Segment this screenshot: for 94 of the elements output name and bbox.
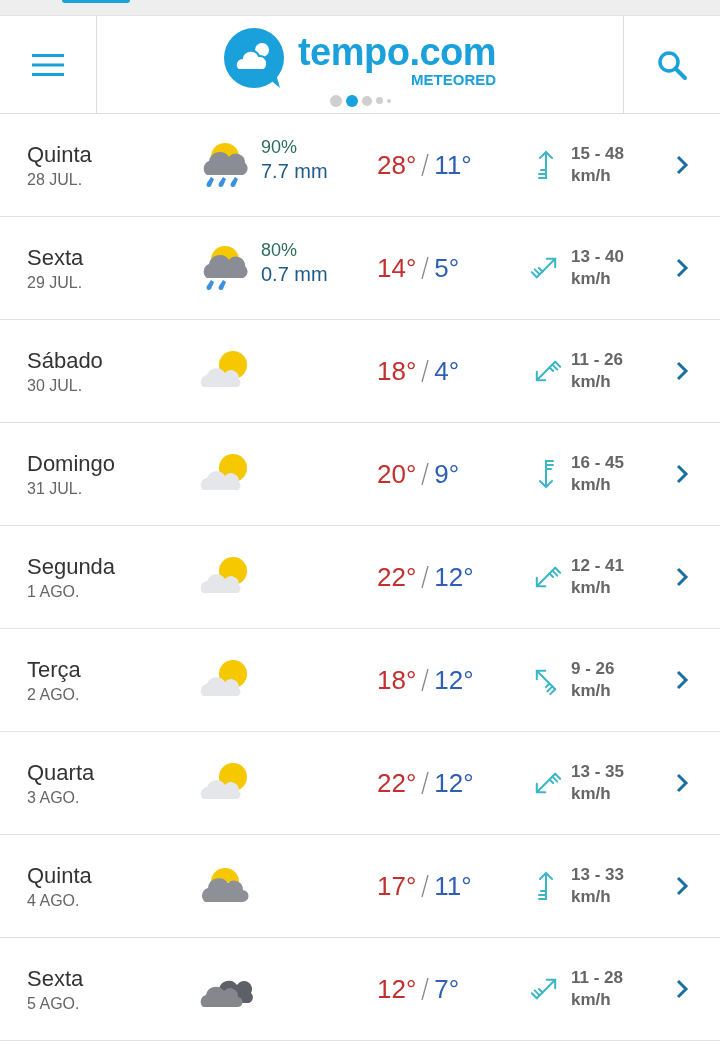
- day-date: 31 JUL.: [27, 479, 84, 498]
- forecast-row[interactable]: Quinta 4 AGO. 17° 11° 13 - 33 km/h: [0, 835, 720, 938]
- chevron-right-icon: [675, 875, 689, 897]
- chevron-right-icon: [675, 360, 689, 382]
- wind-unit: km/h: [571, 371, 612, 393]
- forecast-row[interactable]: Sexta 5 AGO. 12° 7° 11 - 28 km/h: [0, 938, 720, 1041]
- day-date: 29 JUL.: [27, 273, 84, 292]
- wind-speed: 15 - 48: [571, 143, 624, 165]
- forecast-row[interactable]: Quinta 28 JUL. 90% 7.7 mm 28° 11° 15 - 48 km/h: [0, 114, 720, 217]
- day-name: Segunda: [27, 553, 117, 580]
- day-name: Sábado: [27, 347, 104, 374]
- rain-chance: 80%: [261, 240, 299, 261]
- wind-speed: 11 - 26: [571, 349, 623, 371]
- slash-divider: [420, 976, 431, 1002]
- carousel-dot[interactable]: [329, 94, 342, 107]
- wind-unit: km/h: [571, 474, 612, 496]
- carousel-dot[interactable]: [386, 98, 391, 103]
- day-name: Terça: [27, 656, 82, 683]
- min-temperature: 5°: [434, 252, 460, 284]
- wind-speed: 13 - 35: [571, 761, 624, 783]
- wind-unit: km/h: [571, 886, 612, 908]
- wind-unit: km/h: [571, 783, 612, 805]
- max-temperature: 18°: [377, 355, 417, 387]
- max-temperature: 28°: [377, 149, 417, 181]
- slash-divider: [420, 255, 431, 281]
- forecast-row[interactable]: Terça 2 AGO. 18° 12° 9 - 26 km/h: [0, 629, 720, 732]
- rain-amount: 7.7 mm: [261, 160, 328, 183]
- min-temperature: 7°: [434, 973, 460, 1005]
- max-temperature: 14°: [377, 252, 417, 284]
- day-name: Sexta: [27, 244, 85, 271]
- max-temperature: 12°: [377, 973, 417, 1005]
- day-date: 30 JUL.: [27, 376, 84, 395]
- slash-divider: [420, 770, 431, 796]
- slash-divider: [420, 152, 431, 178]
- day-date: 1 AGO.: [27, 582, 81, 601]
- search-icon: [656, 48, 688, 81]
- wind-speed: 12 - 41: [571, 555, 624, 577]
- min-temperature: 11°: [434, 149, 472, 181]
- day-date: 2 AGO.: [27, 685, 81, 704]
- logo-text: tempo.com: [297, 32, 497, 71]
- chevron-right-icon: [675, 566, 689, 588]
- day-date: 3 AGO.: [27, 788, 81, 807]
- max-temperature: 17°: [377, 870, 417, 902]
- slash-divider: [420, 461, 431, 487]
- forecast-row[interactable]: Quarta 3 AGO. 22° 12° 13 - 35 km/h: [0, 732, 720, 835]
- max-temperature: 20°: [377, 458, 417, 490]
- day-date: 5 AGO.: [27, 994, 81, 1013]
- carousel-dot[interactable]: [361, 95, 372, 106]
- chevron-right-icon: [675, 772, 689, 794]
- chevron-right-icon: [675, 669, 689, 691]
- wind-unit: km/h: [571, 268, 612, 290]
- max-temperature: 22°: [377, 767, 417, 799]
- wind-speed: 11 - 28: [571, 967, 623, 989]
- forecast-row[interactable]: Sexta 29 JUL. 80% 0.7 mm 14° 5° 13 - 40 km/h: [0, 217, 720, 320]
- day-name: Sexta: [27, 965, 85, 992]
- wind-speed: 13 - 40: [571, 246, 624, 268]
- rain-chance: 90%: [261, 137, 299, 158]
- forecast-row[interactable]: Domingo 31 JUL. 20° 9° 16 - 45 km/h: [0, 423, 720, 526]
- chevron-right-icon: [675, 257, 689, 279]
- slash-divider: [420, 667, 431, 693]
- forecast-row[interactable]: Sábado 30 JUL. 18° 4° 11 - 26 km/h: [0, 320, 720, 423]
- chevron-right-icon: [675, 978, 689, 1000]
- min-temperature: 12°: [434, 767, 474, 799]
- wind-unit: km/h: [571, 165, 612, 187]
- min-temperature: 12°: [434, 561, 474, 593]
- logo-subtext: METEORED: [411, 71, 497, 87]
- slash-divider: [420, 564, 431, 590]
- day-date: 4 AGO.: [27, 891, 81, 910]
- menu-icon: [32, 53, 64, 76]
- min-temperature: 11°: [434, 870, 472, 902]
- slash-divider: [420, 873, 431, 899]
- day-name: Quinta: [27, 141, 93, 168]
- min-temperature: 9°: [434, 458, 460, 490]
- max-temperature: 18°: [377, 664, 417, 696]
- min-temperature: 4°: [434, 355, 460, 387]
- wind-speed: 9 - 26: [571, 658, 615, 680]
- chevron-right-icon: [675, 463, 689, 485]
- forecast-row[interactable]: Segunda 1 AGO. 22° 12° 12 - 41 km/h: [0, 526, 720, 629]
- wind-speed: 16 - 45: [571, 452, 624, 474]
- carousel-dot[interactable]: [345, 94, 358, 107]
- day-name: Quarta: [27, 759, 96, 786]
- slash-divider: [420, 358, 431, 384]
- day-date: 28 JUL.: [27, 170, 84, 189]
- wind-speed: 13 - 33: [571, 864, 624, 886]
- max-temperature: 22°: [377, 561, 417, 593]
- wind-unit: km/h: [571, 989, 612, 1011]
- min-temperature: 12°: [434, 664, 474, 696]
- day-name: Domingo: [27, 450, 117, 477]
- carousel-dot[interactable]: [375, 97, 383, 104]
- rain-amount: 0.7 mm: [261, 263, 328, 286]
- wind-unit: km/h: [571, 577, 612, 599]
- chevron-right-icon: [675, 154, 689, 176]
- day-name: Quinta: [27, 862, 93, 889]
- wind-unit: km/h: [571, 680, 612, 702]
